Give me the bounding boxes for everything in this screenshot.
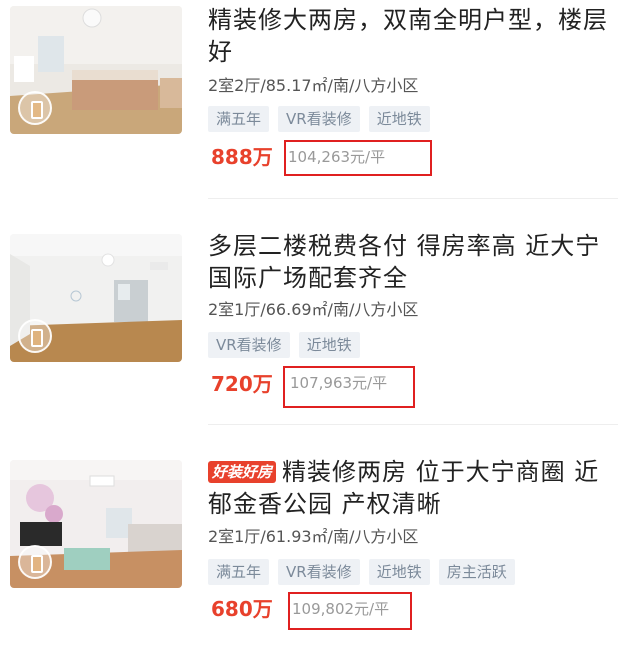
listing-photo[interactable] bbox=[10, 234, 182, 362]
tag: 近地铁 bbox=[368, 559, 430, 585]
vr-tour-icon[interactable] bbox=[18, 319, 52, 353]
listing-photo[interactable] bbox=[10, 460, 182, 588]
highlight-box bbox=[288, 592, 412, 630]
listing-meta: 2室2厅/85.17㎡/南/八方小区 bbox=[208, 76, 419, 95]
tag-list: VR看装修 近地铁 bbox=[208, 332, 360, 358]
tag: 近地铁 bbox=[298, 332, 360, 358]
tag: 近地铁 bbox=[368, 106, 430, 132]
tag-list: 满五年 VR看装修 近地铁 房主活跃 bbox=[208, 559, 515, 585]
total-price: 680万 bbox=[211, 597, 273, 621]
tag: VR看装修 bbox=[208, 332, 290, 358]
vr-tour-icon[interactable] bbox=[18, 91, 52, 125]
highlight-box bbox=[284, 140, 432, 176]
good-house-badge: 好装好房 bbox=[208, 461, 277, 483]
total-price: 888万 bbox=[211, 145, 273, 169]
tag: 房主活跃 bbox=[438, 559, 515, 585]
divider bbox=[208, 424, 618, 425]
listing-photo[interactable] bbox=[10, 6, 182, 134]
listing-meta: 2室1厅/61.93㎡/南/八方小区 bbox=[208, 527, 419, 546]
tag-list: 满五年 VR看装修 近地铁 bbox=[208, 106, 430, 132]
listing-meta: 2室1厅/66.69㎡/南/八方小区 bbox=[208, 300, 419, 319]
divider bbox=[208, 198, 618, 199]
total-price: 720万 bbox=[211, 372, 273, 396]
vr-tour-icon[interactable] bbox=[18, 545, 52, 579]
tag: VR看装修 bbox=[278, 106, 360, 132]
listing-title[interactable]: 多层二楼税费各付 得房率高 近大宁国际广场配套齐全 bbox=[208, 230, 618, 294]
listing-title[interactable]: 精装修大两房，双南全明户型，楼层好 bbox=[208, 4, 618, 68]
tag: VR看装修 bbox=[278, 559, 360, 585]
listing-title[interactable]: 好装好房 精装修两房 位于大宁商圈 近郁金香公园 产权清晰 bbox=[208, 456, 618, 520]
tag: 满五年 bbox=[208, 106, 270, 132]
highlight-box bbox=[283, 366, 415, 408]
tag: 满五年 bbox=[208, 559, 270, 585]
